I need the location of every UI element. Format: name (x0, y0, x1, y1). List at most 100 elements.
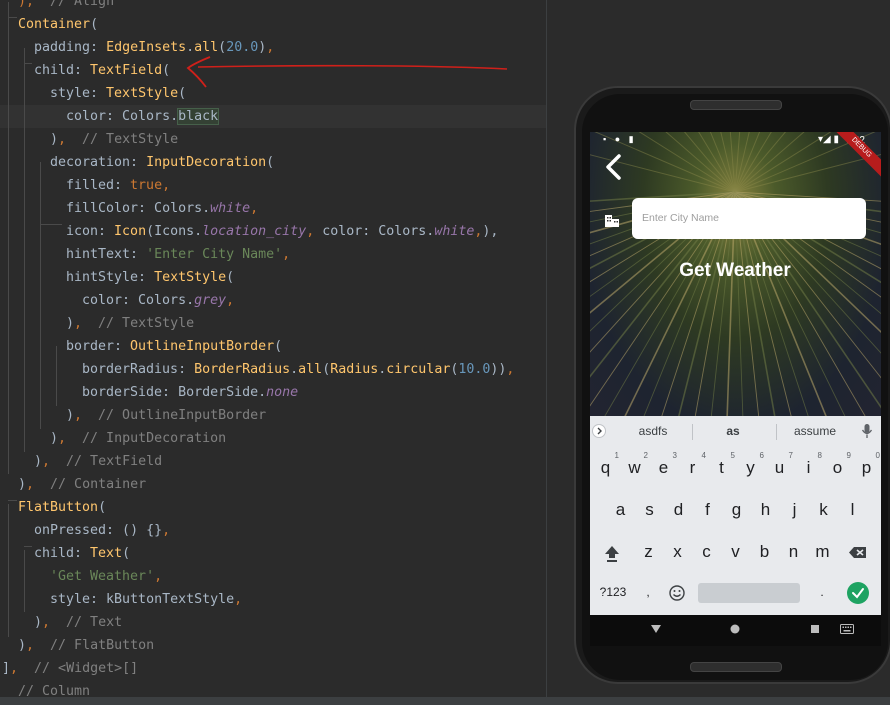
code-line[interactable]: ), // Align (0, 0, 546, 13)
code-token: // <Widget>[] (18, 661, 139, 676)
enter-key[interactable] (847, 582, 869, 604)
key-r[interactable]: r4 (678, 451, 707, 484)
key-p[interactable]: p0 (852, 451, 881, 484)
code-text: color: Colors.grey, (82, 289, 234, 312)
key-u[interactable]: u7 (765, 451, 794, 484)
key-d[interactable]: d (664, 494, 693, 526)
code-line[interactable]: ), // OutlineInputBorder (0, 404, 546, 427)
code-line[interactable]: 'Get Weather', (0, 565, 546, 588)
key-z[interactable]: z (634, 536, 663, 568)
key-i[interactable]: i8 (794, 451, 823, 484)
code-line[interactable]: icon: Icon(Icons.location_city, color: C… (0, 220, 546, 243)
emoji-icon[interactable] (667, 583, 687, 603)
code-line[interactable]: filled: true, (0, 174, 546, 197)
key-k[interactable]: k (809, 494, 838, 526)
code-token: , (74, 408, 83, 423)
code-line[interactable]: color: Colors.black (0, 105, 546, 128)
key-l[interactable]: l (838, 494, 867, 526)
code-text: hintText: 'Enter City Name', (66, 243, 290, 266)
key-j[interactable]: j (780, 494, 809, 526)
nav-back-icon[interactable] (650, 623, 662, 635)
key-w[interactable]: w2 (620, 451, 649, 484)
shift-icon[interactable] (602, 543, 622, 563)
code-token: style: kButtonTextStyle (50, 592, 235, 607)
get-weather-button[interactable]: Get Weather (650, 256, 820, 286)
nav-home-icon[interactable] (729, 623, 741, 635)
code-line[interactable]: borderSide: BorderSide.none (0, 381, 546, 404)
code-line[interactable]: ), // Container (0, 473, 546, 496)
key-?123[interactable]: ?123 (594, 576, 632, 608)
space-key[interactable] (698, 583, 800, 603)
code-token: white (210, 201, 251, 216)
code-token: // Container (34, 477, 147, 492)
key-label: u (774, 458, 785, 477)
code-line[interactable]: hintStyle: TextStyle( (0, 266, 546, 289)
code-line[interactable]: child: Text( (0, 542, 546, 565)
key-s[interactable]: s (635, 494, 664, 526)
android-nav-bar (590, 615, 881, 646)
key-.[interactable]: . (812, 576, 832, 608)
suggestion-divider (776, 424, 777, 440)
key-x[interactable]: x (663, 536, 692, 568)
key-label: o (832, 458, 843, 477)
backspace-icon[interactable] (848, 543, 868, 563)
code-line[interactable]: ), // Text (0, 611, 546, 634)
code-line[interactable]: color: Colors.grey, (0, 289, 546, 312)
key-g[interactable]: g (722, 494, 751, 526)
code-token: , (250, 201, 259, 216)
key-,[interactable]: , (638, 576, 658, 608)
code-text: color: Colors.black (66, 105, 220, 128)
nav-recents-icon[interactable] (809, 623, 821, 635)
key-f[interactable]: f (693, 494, 722, 526)
code-text: ), // TextStyle (50, 128, 178, 151)
key-m[interactable]: m (808, 536, 837, 568)
key-n[interactable]: n (779, 536, 808, 568)
code-line[interactable]: fillColor: Colors.white, (0, 197, 546, 220)
key-c[interactable]: c (692, 536, 721, 568)
key-b[interactable]: b (750, 536, 779, 568)
city-name-input[interactable]: Enter City Name (632, 198, 866, 239)
key-o[interactable]: o9 (823, 451, 852, 484)
code-line[interactable]: border: OutlineInputBorder( (0, 335, 546, 358)
code-line[interactable]: ), // TextField (0, 450, 546, 473)
back-button[interactable] (600, 152, 628, 182)
keyboard-switch-icon[interactable] (840, 623, 854, 635)
suggestion-3[interactable]: assume (782, 416, 848, 446)
key-e[interactable]: e3 (649, 451, 678, 484)
code-line[interactable]: ), // TextStyle (0, 312, 546, 335)
key-q[interactable]: q1 (591, 451, 620, 484)
code-line[interactable]: style: kButtonTextStyle, (0, 588, 546, 611)
code-line[interactable]: borderRadius: BorderRadius.all(Radius.ci… (0, 358, 546, 381)
code-text: ), // Text (34, 611, 122, 634)
code-text: style: kButtonTextStyle, (50, 588, 242, 611)
key-t[interactable]: t5 (707, 451, 736, 484)
key-label: v (731, 542, 740, 561)
key-label: d (673, 500, 684, 519)
key-h[interactable]: h (751, 494, 780, 526)
code-line[interactable]: ), // InputDecoration (0, 427, 546, 450)
chevron-right-icon[interactable] (592, 423, 606, 439)
code-token: OutlineInputBorder (130, 339, 275, 354)
key-v[interactable]: v (721, 536, 750, 568)
code-line[interactable]: ), // FlatButton (0, 634, 546, 657)
code-line[interactable]: decoration: InputDecoration( (0, 151, 546, 174)
code-editor[interactable]: ), // Align Container(padding: EdgeInsets… (0, 0, 546, 697)
code-text: style: TextStyle( (50, 82, 186, 105)
key-a[interactable]: a (606, 494, 635, 526)
code-line[interactable]: FlatButton( (0, 496, 546, 519)
code-line[interactable]: ), // TextStyle (0, 128, 546, 151)
key-label: b (759, 542, 770, 561)
code-line[interactable]: // Column (0, 680, 546, 697)
microphone-icon[interactable] (861, 423, 873, 439)
code-line[interactable]: onPressed: () {}, (0, 519, 546, 542)
indent-branch (8, 17, 17, 18)
code-line[interactable]: hintText: 'Enter City Name', (0, 243, 546, 266)
code-line[interactable]: ], // <Widget>[] (0, 657, 546, 680)
key-label: i (806, 458, 811, 477)
suggestion-1[interactable]: asdfs (620, 416, 686, 446)
code-token: TextStyle (154, 270, 227, 285)
suggestion-2[interactable]: as (700, 416, 766, 446)
key-y[interactable]: y6 (736, 451, 765, 484)
code-token: location_city (202, 224, 307, 239)
code-line[interactable]: Container( (0, 13, 546, 36)
